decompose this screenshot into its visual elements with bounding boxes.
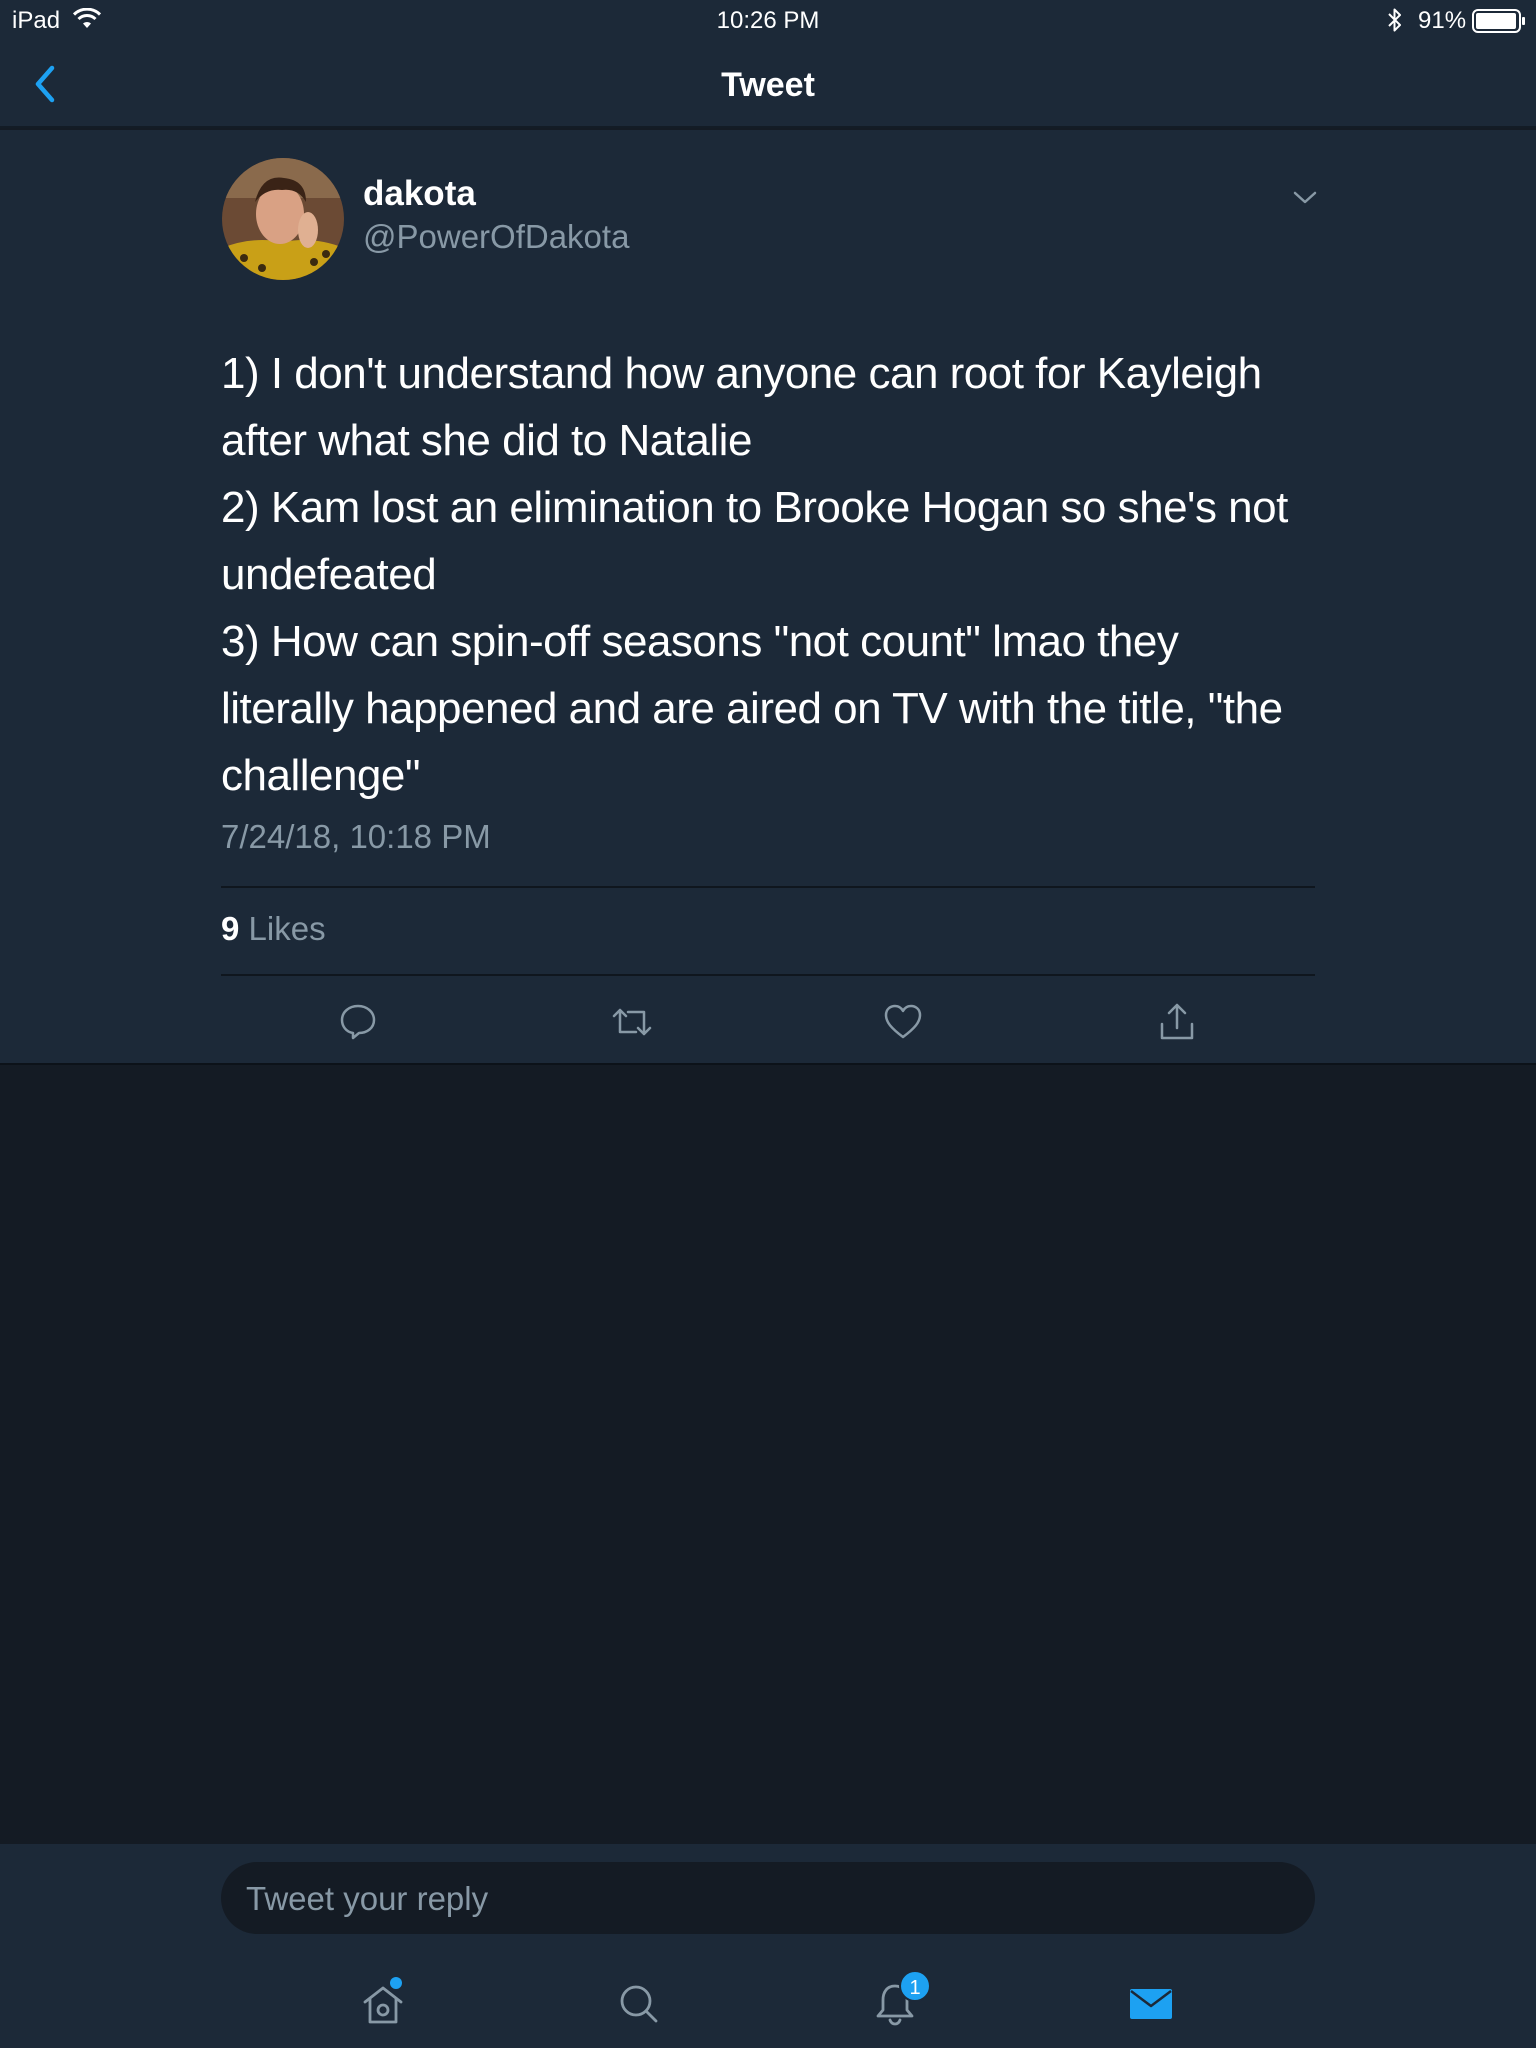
bottom-area: Tweet your reply 1	[0, 1844, 1536, 2048]
retweet-icon	[612, 1008, 652, 1036]
retweet-button[interactable]	[602, 992, 662, 1052]
new-tweets-dot	[390, 1977, 402, 1989]
tweet-text-line: 3) How can spin-off seasons "not count" …	[221, 617, 1179, 666]
more-options-button[interactable]	[1290, 188, 1320, 208]
bluetooth-icon	[1386, 6, 1404, 41]
tweet-text: 1) I don't understand how anyone can roo…	[221, 340, 1321, 809]
battery-percentage: 91%	[1418, 7, 1467, 34]
reply-icon	[340, 1004, 376, 1040]
home-icon	[363, 1986, 403, 2024]
mail-icon	[1130, 1989, 1172, 2019]
likes-count: 9	[221, 910, 240, 947]
tweet-timestamp: 7/24/18, 10:18 PM	[221, 818, 491, 855]
divider	[221, 886, 1315, 888]
reply-placeholder: Tweet your reply	[246, 1880, 489, 1917]
author-handle[interactable]: @PowerOfDakota	[363, 218, 629, 256]
divider	[221, 974, 1315, 976]
tab-search[interactable]	[603, 1968, 675, 2040]
reply-input[interactable]: Tweet your reply	[221, 1862, 1315, 1934]
tweet-text-line: literally happened and are aired on TV w…	[221, 684, 1283, 733]
nav-bar: Tweet	[0, 40, 1536, 128]
chevron-down-icon	[1293, 191, 1317, 204]
share-icon	[1160, 1003, 1194, 1040]
tweet-text-line: 1) I don't understand how anyone can roo…	[221, 349, 1262, 398]
battery-icon	[1472, 9, 1526, 40]
tweet-actions	[221, 992, 1315, 1052]
like-icon	[884, 1004, 922, 1039]
author-name[interactable]: dakota	[363, 174, 476, 214]
status-time: 10:26 PM	[716, 7, 820, 34]
avatar[interactable]	[222, 158, 344, 280]
notifications-badge: 1	[899, 1970, 931, 2002]
search-icon	[620, 1985, 658, 2023]
reply-button[interactable]	[328, 992, 388, 1052]
tweet-text-line: undefeated	[221, 550, 437, 599]
likes-label: Likes	[248, 910, 326, 947]
tweet-text-line: after what she did to Natalie	[221, 416, 752, 465]
top-area: iPad 10:26 PM 91% Tweet	[0, 0, 1536, 128]
page-title: Tweet	[721, 66, 815, 104]
tab-home[interactable]	[347, 1968, 419, 2040]
tweet-detail: dakota @PowerOfDakota 1) I don't underst…	[0, 130, 1536, 1065]
like-button[interactable]	[873, 992, 933, 1052]
status-bar: iPad 10:26 PM 91%	[0, 0, 1536, 40]
share-button[interactable]	[1147, 992, 1207, 1052]
tweet-text-line: challenge"	[221, 751, 421, 800]
tab-notifications[interactable]: 1	[859, 1968, 931, 2040]
tweet-text-line: 2) Kam lost an elimination to Brooke Hog…	[221, 483, 1288, 532]
likes-link[interactable]: 9 Likes	[221, 910, 326, 948]
tab-messages[interactable]	[1115, 1968, 1187, 2040]
